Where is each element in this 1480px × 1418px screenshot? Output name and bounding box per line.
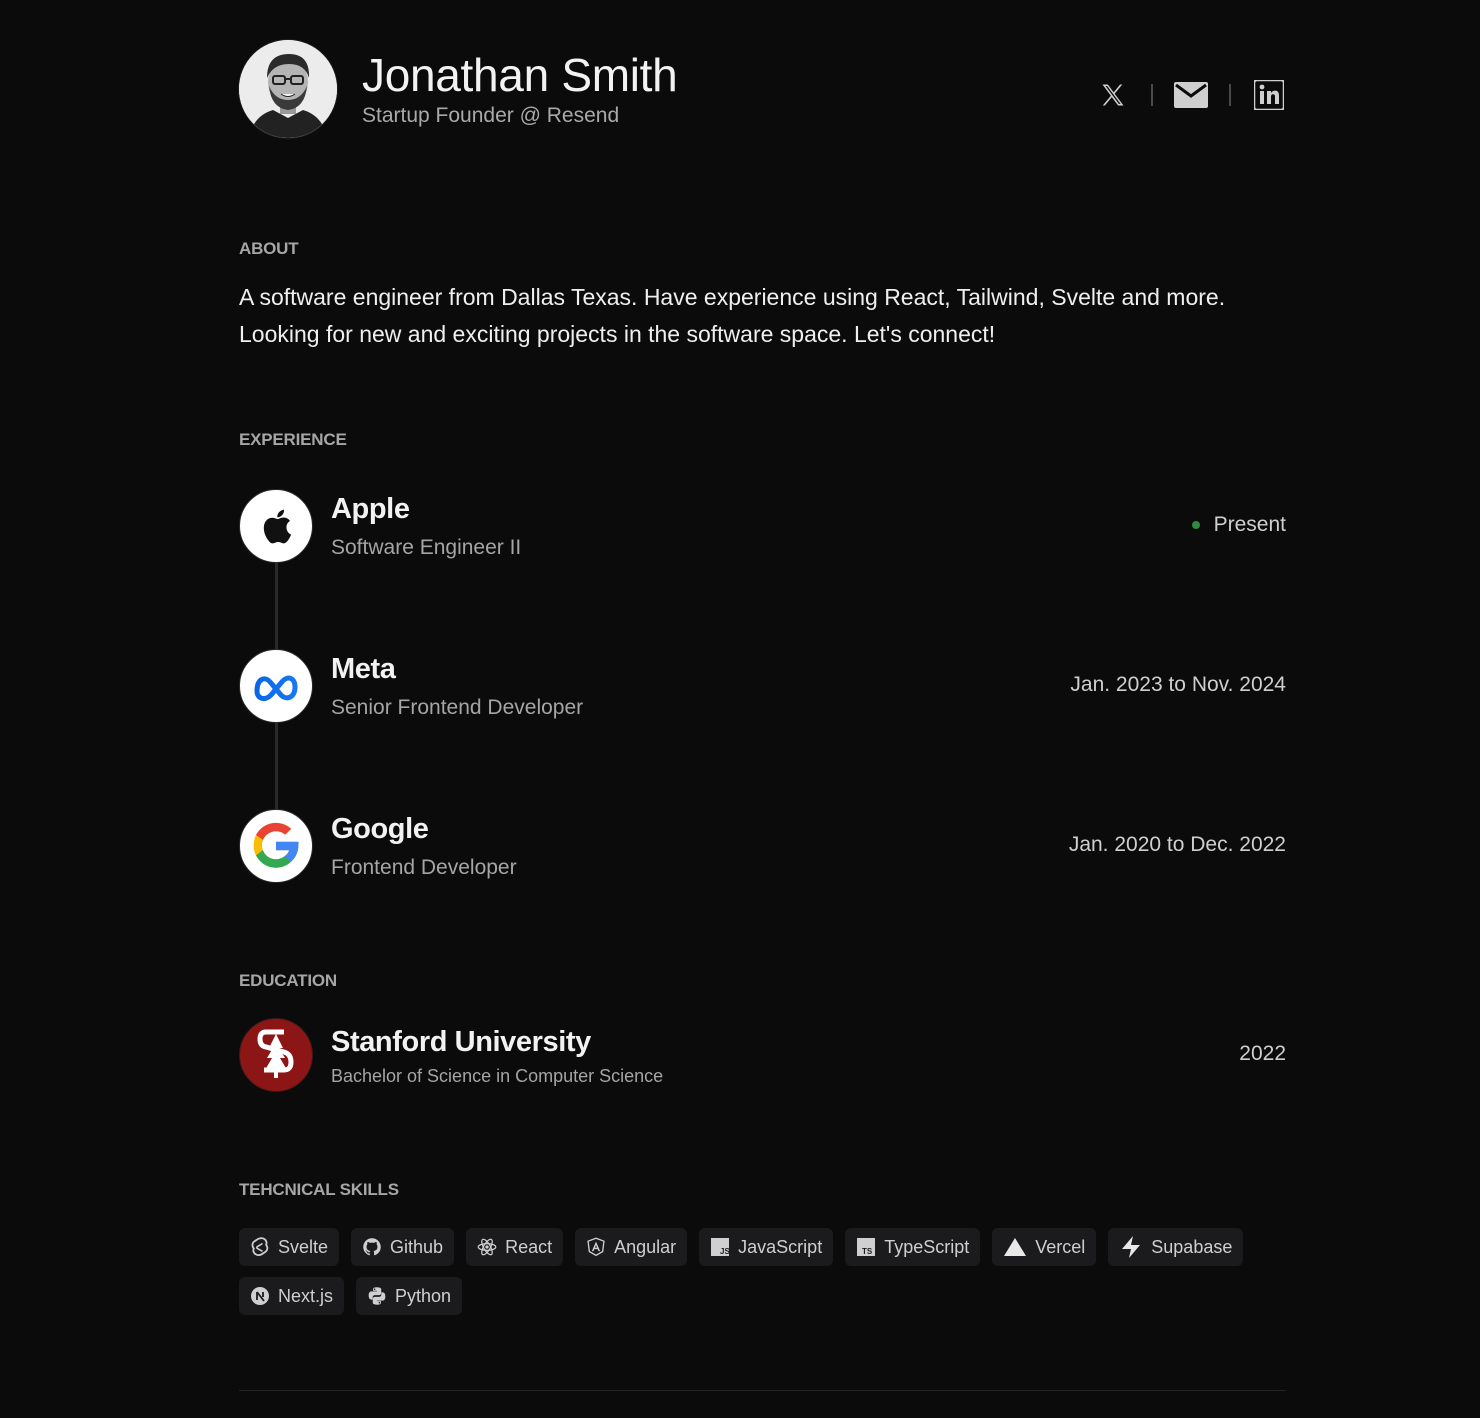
social-links <box>1096 78 1286 112</box>
skill-chip-javascript[interactable]: JS JavaScript <box>699 1228 834 1266</box>
skill-label: Vercel <box>1035 1236 1086 1257</box>
education-school: Stanford University <box>331 1026 591 1058</box>
x-logo-icon[interactable] <box>1096 78 1130 112</box>
skill-chip-supabase[interactable]: Supabase <box>1108 1228 1244 1266</box>
skill-label: Python <box>395 1285 452 1306</box>
angular-icon <box>586 1237 606 1257</box>
job-company: Google <box>331 813 429 845</box>
job-date: Jan. 2023 to Nov. 2024 <box>1070 673 1286 697</box>
nextjs-icon <box>250 1286 270 1306</box>
google-logo-icon <box>239 809 313 883</box>
experience-section-title: EXPERIENCE <box>239 430 347 449</box>
skills-section-title: TEHCNICAL SKILLS <box>239 1180 399 1199</box>
skill-label: TypeScript <box>884 1236 970 1257</box>
python-icon <box>367 1286 387 1306</box>
skill-chip-github[interactable]: Github <box>351 1228 455 1266</box>
stanford-logo-icon <box>239 1018 313 1092</box>
skill-label: Angular <box>614 1236 677 1257</box>
present-status-dot <box>1191 521 1200 529</box>
job-company: Meta <box>331 653 396 685</box>
about-text: A software engineer from Dallas Texas. H… <box>239 284 1226 347</box>
meta-logo-icon <box>239 649 313 723</box>
apple-logo-icon <box>239 489 313 563</box>
job-item-google: Google Frontend Developer Jan. 2020 to D… <box>239 809 1286 889</box>
supabase-icon <box>1119 1236 1143 1258</box>
job-role: Frontend Developer <box>331 856 517 879</box>
avatar <box>239 40 337 138</box>
mail-icon[interactable] <box>1174 78 1208 112</box>
svg-text:TS: TS <box>862 1247 873 1256</box>
education-year: 2022 <box>1239 1042 1286 1065</box>
skill-chip-react[interactable]: React <box>466 1228 564 1266</box>
github-icon <box>362 1237 382 1257</box>
job-item-apple: Apple Software Engineer II Present <box>239 489 1286 569</box>
svelte-icon <box>250 1237 270 1257</box>
job-date-text: Present <box>1213 513 1286 536</box>
javascript-icon: JS <box>710 1237 730 1257</box>
linkedin-icon[interactable] <box>1252 78 1286 112</box>
skill-label: Github <box>390 1236 444 1257</box>
skill-chip-angular[interactable]: Angular <box>575 1228 688 1266</box>
skills-list: Svelte Github React Angular JS JavaScrip… <box>239 1228 1286 1315</box>
profile-header: Jonathan Smith Startup Founder @ Resend <box>239 40 1286 140</box>
job-item-meta: Meta Senior Frontend Developer Jan. 2023… <box>239 649 1286 729</box>
typescript-icon: TS <box>856 1237 876 1257</box>
skill-label: Supabase <box>1151 1236 1233 1257</box>
skill-label: Svelte <box>278 1236 329 1257</box>
job-company: Apple <box>331 493 410 525</box>
job-date-text: Jan. 2020 to Dec. 2022 <box>1068 833 1286 856</box>
about-section-title: ABOUT <box>239 239 299 258</box>
education-section-title: EDUCATION <box>239 971 337 990</box>
skill-chip-svelte[interactable]: Svelte <box>239 1228 340 1266</box>
social-divider <box>1229 84 1231 106</box>
vercel-icon <box>1003 1237 1027 1257</box>
skill-chip-typescript[interactable]: TS TypeScript <box>845 1228 981 1266</box>
skill-label: JavaScript <box>738 1236 823 1257</box>
job-date-text: Jan. 2023 to Nov. 2024 <box>1070 673 1286 696</box>
job-role: Senior Frontend Developer <box>331 696 584 719</box>
skill-chip-nextjs[interactable]: Next.js <box>239 1277 345 1315</box>
profile-name: Jonathan Smith <box>362 49 678 101</box>
social-divider <box>1151 84 1153 106</box>
profile-tagline: Startup Founder @ Resend <box>362 104 620 127</box>
job-date: Present <box>1191 513 1286 537</box>
footer-divider <box>239 1390 1286 1391</box>
education-degree: Bachelor of Science in Computer Science <box>331 1066 664 1086</box>
svg-text:JS: JS <box>720 1247 730 1256</box>
react-icon <box>477 1237 497 1257</box>
resume-page: Jonathan Smith Startup Founder @ Resend <box>239 0 1286 1418</box>
job-role: Software Engineer II <box>331 536 522 559</box>
skill-chip-python[interactable]: Python <box>356 1277 463 1315</box>
skill-chip-vercel[interactable]: Vercel <box>992 1228 1097 1266</box>
job-date: Jan. 2020 to Dec. 2022 <box>1069 833 1286 857</box>
skill-label: Next.js <box>278 1285 334 1306</box>
avatar-portrait <box>239 40 337 138</box>
skill-label: React <box>505 1236 553 1257</box>
education-item: Stanford University Bachelor of Science … <box>239 1018 1286 1096</box>
